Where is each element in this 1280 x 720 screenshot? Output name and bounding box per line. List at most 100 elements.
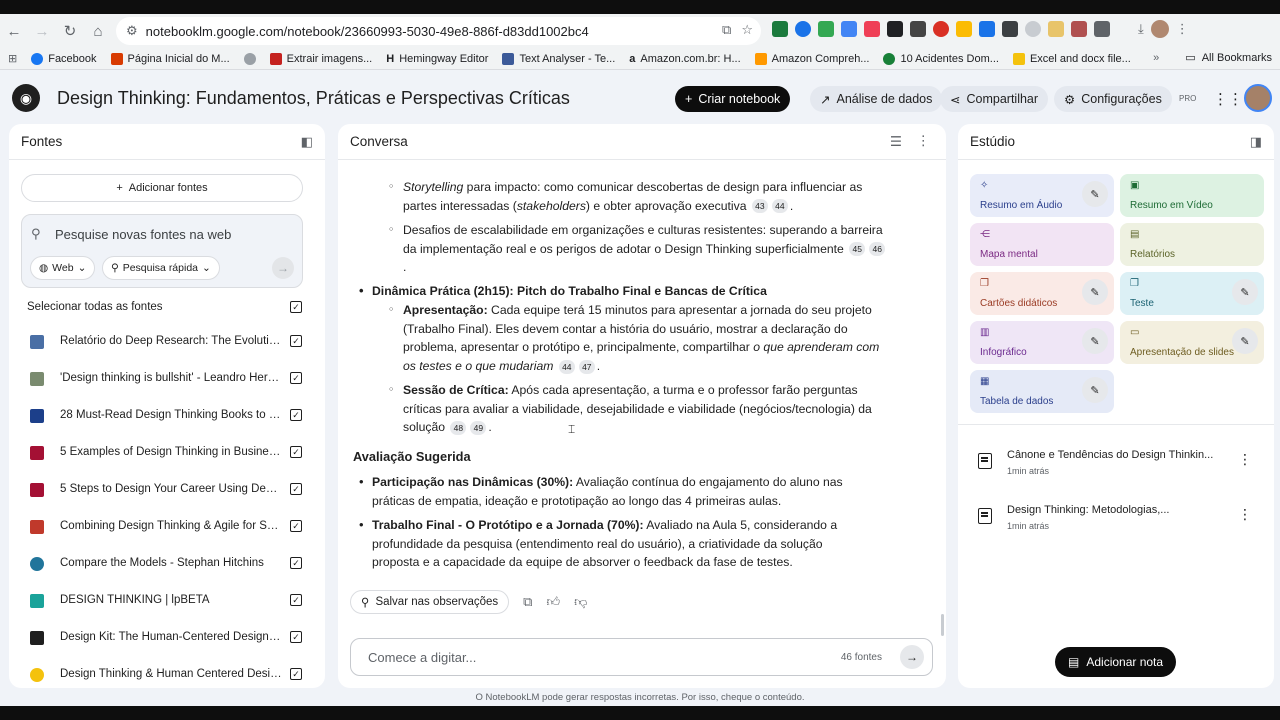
add-note-button[interactable]: ▤ Adicionar nota xyxy=(1055,647,1177,677)
citation-chip[interactable]: 43 xyxy=(751,199,768,214)
send-button[interactable]: → xyxy=(900,645,924,669)
bookmark-item[interactable]: 10 Acidentes Dom... xyxy=(883,52,999,65)
source-checkbox[interactable]: ✓ xyxy=(290,520,302,532)
video-overview-card[interactable]: ▣ Resumo em Vídeo xyxy=(1120,174,1264,217)
web-filter-chip[interactable]: ◍ Web ⌄ xyxy=(30,256,96,280)
reload-icon[interactable]: ↻ xyxy=(56,17,84,45)
bookmark-item[interactable]: H Hemingway Editor xyxy=(386,53,488,65)
quiz-card[interactable]: ❐ Teste ✎ xyxy=(1120,272,1264,315)
extensions-puzzle-icon[interactable] xyxy=(1094,21,1110,37)
address-bar[interactable]: ⚙ notebooklm.google.com/notebook/2366099… xyxy=(116,17,761,45)
more-bookmarks-icon[interactable]: » xyxy=(1153,52,1159,64)
forward-icon[interactable]: → xyxy=(28,17,56,45)
edit-icon[interactable]: ✎ xyxy=(1082,377,1108,403)
source-item[interactable]: Compare the Models - Stephan Hitchins ✓ xyxy=(9,546,325,583)
site-info-icon[interactable]: ⚙ xyxy=(126,23,138,39)
add-sources-button[interactable]: + Adicionar fontes xyxy=(21,174,303,202)
extension-icon[interactable] xyxy=(956,21,972,37)
chat-input[interactable]: Comece a digitar... 46 fontes → xyxy=(350,638,933,676)
citation-chip[interactable]: 46 xyxy=(869,242,886,257)
notebooklm-logo-icon[interactable]: ◉ xyxy=(12,84,40,112)
citation-chip[interactable]: 44 xyxy=(558,359,575,374)
bookmark-item[interactable] xyxy=(243,52,256,65)
chat-scrollbar[interactable] xyxy=(941,614,944,636)
settings-button[interactable]: ⚙ Configurações xyxy=(1054,86,1172,112)
analytics-button[interactable]: ↗ Análise de dados xyxy=(810,86,943,112)
mind-map-card[interactable]: ⋲ Mapa mental xyxy=(970,223,1114,266)
user-avatar[interactable] xyxy=(1244,84,1272,112)
source-item[interactable]: Relatório do Deep Research: The Evolutio… xyxy=(9,324,325,361)
source-item[interactable]: 5 Steps to Design Your Career Using Desi… xyxy=(9,472,325,509)
source-checkbox[interactable]: ✓ xyxy=(290,409,302,421)
extension-icon[interactable] xyxy=(1048,21,1064,37)
search-input[interactable]: Pesquise novas fontes na web xyxy=(55,227,231,242)
reports-card[interactable]: ▤ Relatórios xyxy=(1120,223,1264,266)
source-checkbox[interactable]: ✓ xyxy=(290,631,302,643)
share-button[interactable]: ⋖ Compartilhar xyxy=(940,86,1049,112)
bookmark-item[interactable]: a Amazon.com.br: H... xyxy=(629,53,740,65)
citation-chip[interactable]: 44 xyxy=(771,199,788,214)
source-checkbox[interactable]: ✓ xyxy=(290,335,302,347)
bookmark-item[interactable]: Excel and docx file... xyxy=(1012,52,1131,65)
slides-card[interactable]: ▭ Apresentação de slides ✎ xyxy=(1120,321,1264,364)
more-options-icon[interactable]: ⋮ xyxy=(1238,506,1252,523)
install-app-icon[interactable]: ⧉ xyxy=(722,22,731,38)
extension-icon[interactable] xyxy=(1071,21,1087,37)
bookmark-item[interactable]: Página Inicial do M... xyxy=(110,52,230,65)
apps-grid-icon[interactable]: ⊞ xyxy=(8,52,17,65)
extension-icon[interactable] xyxy=(979,21,995,37)
more-options-icon[interactable]: ⋮ xyxy=(917,133,931,149)
all-bookmarks-link[interactable]: All Bookmarks xyxy=(1202,52,1272,64)
bookmark-item[interactable]: Facebook xyxy=(31,52,97,65)
extension-icon[interactable] xyxy=(772,21,788,37)
edit-icon[interactable]: ✎ xyxy=(1082,328,1108,354)
create-notebook-button[interactable]: + Criar notebook xyxy=(675,86,791,112)
source-item[interactable]: Design Thinking & Human Centered Design … xyxy=(9,657,325,688)
edit-icon[interactable]: ✎ xyxy=(1232,328,1258,354)
thumbs-down-icon[interactable]: 👎︎ xyxy=(574,594,587,610)
extension-icon[interactable] xyxy=(887,21,903,37)
extension-icon[interactable] xyxy=(910,21,926,37)
more-options-icon[interactable]: ⋮ xyxy=(1238,451,1252,468)
source-item[interactable]: DESIGN THINKING | lpBETA ✓ xyxy=(9,583,325,620)
source-item[interactable]: 28 Must-Read Design Thinking Books to In… xyxy=(9,398,325,435)
drive-icon[interactable] xyxy=(818,21,834,37)
thumbs-up-icon[interactable]: 👍︎ xyxy=(546,594,560,610)
audio-overview-card[interactable]: ✧ Resumo em Áudio ✎ xyxy=(970,174,1114,217)
chrome-menu-icon[interactable]: ⋮ xyxy=(1176,21,1189,37)
notebook-title[interactable]: Design Thinking: Fundamentos, Práticas e… xyxy=(57,88,570,109)
pocket-icon[interactable] xyxy=(864,21,880,37)
submit-search-button[interactable]: → xyxy=(272,257,294,279)
extension-icon[interactable] xyxy=(841,21,857,37)
bookmark-item[interactable]: Text Analyser - Te... xyxy=(502,52,615,65)
note-item[interactable]: Cânone e Tendências do Design Thinkin...… xyxy=(958,439,1274,489)
source-item[interactable]: 5 Examples of Design Thinking in Busines… xyxy=(9,435,325,472)
bookmark-item[interactable]: Extrair imagens... xyxy=(269,52,372,65)
tune-icon[interactable]: ☰ xyxy=(890,134,902,150)
source-checkbox[interactable]: ✓ xyxy=(290,446,302,458)
source-checkbox[interactable]: ✓ xyxy=(290,483,302,495)
collapse-panel-icon[interactable]: ◧ xyxy=(301,134,313,150)
note-item[interactable]: Design Thinking: Metodologias,... 1min a… xyxy=(958,494,1274,544)
select-all-checkbox[interactable]: ✓ xyxy=(290,301,302,313)
save-to-notes-button[interactable]: ⚲ Salvar nas observações xyxy=(350,590,510,614)
source-checkbox[interactable]: ✓ xyxy=(290,594,302,606)
data-table-card[interactable]: ▦ Tabela de dados ✎ xyxy=(970,370,1114,413)
back-icon[interactable]: ← xyxy=(0,17,28,45)
home-icon[interactable]: ⌂ xyxy=(84,17,112,45)
collapse-panel-icon[interactable]: ◨ xyxy=(1250,134,1262,150)
source-item[interactable]: Combining Design Thinking & Agile for So… xyxy=(9,509,325,546)
citation-chip[interactable]: 47 xyxy=(578,359,595,374)
source-checkbox[interactable]: ✓ xyxy=(290,668,302,680)
flashcards-card[interactable]: ❐ Cartões didáticos ✎ xyxy=(970,272,1114,315)
bookmark-item[interactable]: Amazon Compreh... xyxy=(754,52,869,65)
extension-icon[interactable] xyxy=(933,21,949,37)
extension-icon[interactable] xyxy=(1025,21,1041,37)
edit-icon[interactable]: ✎ xyxy=(1232,279,1258,305)
citation-chip[interactable]: 45 xyxy=(849,242,866,257)
citation-chip[interactable]: 48 xyxy=(450,421,467,436)
source-item[interactable]: 'Design thinking is bullshit' - Leandro … xyxy=(9,361,325,398)
extension-icon[interactable] xyxy=(795,21,811,37)
bookmark-star-icon[interactable]: ☆ xyxy=(741,22,753,38)
download-icon[interactable]: ⤓ xyxy=(1138,21,1144,37)
